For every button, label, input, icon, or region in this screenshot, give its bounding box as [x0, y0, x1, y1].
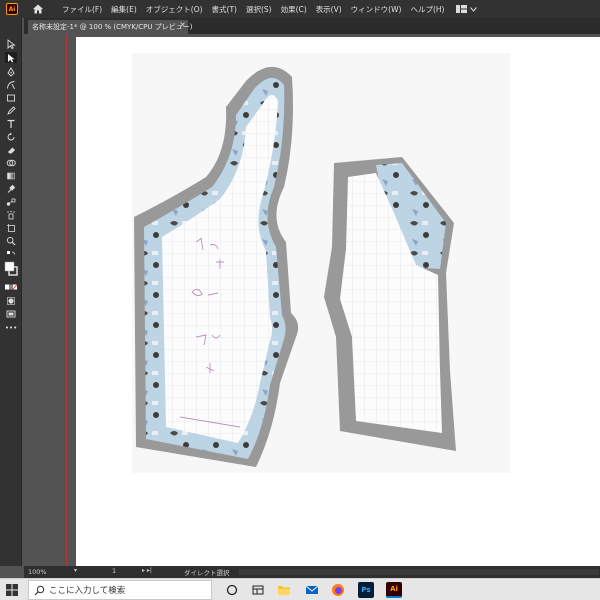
current-tool-status[interactable]: ダイレクト選択: [184, 567, 230, 577]
menu-object[interactable]: オブジェクト(O): [146, 4, 203, 15]
close-icon[interactable]: ×: [179, 20, 186, 29]
document-tab-bar: 名称未設定-1* @ 100 % (CMYK/CPU プレビュー) ×: [24, 18, 600, 34]
color-mode-icon[interactable]: [5, 281, 17, 292]
windows-start-icon[interactable]: [6, 584, 18, 596]
blend-tool-icon[interactable]: [5, 196, 17, 207]
selection-tool-icon[interactable]: [5, 38, 17, 49]
chevron-down-icon: [470, 6, 478, 12]
photoshop-icon[interactable]: Ps: [358, 582, 374, 598]
menu-select[interactable]: 選択(S): [246, 4, 272, 15]
canvas[interactable]: [24, 34, 600, 566]
horizontal-scrollbar[interactable]: [239, 569, 599, 575]
eraser-tool-icon[interactable]: [5, 144, 17, 155]
status-bar: 100% ▾ 1 ▸ ▸| ダイレクト選択: [24, 566, 600, 578]
taskbar-search-box[interactable]: ここに入力して検索: [28, 580, 212, 600]
gradient-tool-icon[interactable]: [5, 170, 17, 181]
artboard-number-field[interactable]: 1: [112, 567, 130, 575]
menu-bar: Ai ファイル(F) 編集(E) オブジェクト(O) 書式(T) 選択(S) 効…: [0, 0, 600, 18]
widgets-icon[interactable]: [250, 582, 266, 598]
menu-file[interactable]: ファイル(F): [62, 4, 102, 15]
workspace-switcher[interactable]: [456, 5, 478, 13]
eyedropper-tool-icon[interactable]: [5, 183, 17, 194]
mail-icon[interactable]: [304, 582, 320, 598]
menu-effect[interactable]: 効果(C): [281, 4, 307, 15]
illustrator-window: Ai ファイル(F) 編集(E) オブジェクト(O) 書式(T) 選択(S) 効…: [0, 0, 600, 600]
screen-mode-icon[interactable]: [5, 308, 17, 319]
app-logo: Ai: [6, 3, 18, 15]
menu-items: ファイル(F) 編集(E) オブジェクト(O) 書式(T) 選択(S) 効果(C…: [62, 4, 444, 15]
artboard[interactable]: [76, 37, 600, 566]
rectangle-tool-icon[interactable]: [5, 92, 17, 103]
fill-stroke-swatch[interactable]: [4, 261, 18, 277]
artboard-bleed-line: [66, 34, 67, 566]
menu-window[interactable]: ウィンドウ(W): [351, 4, 402, 15]
direct-selection-tool-icon[interactable]: [5, 52, 17, 63]
photoshop-label: Ps: [361, 586, 371, 594]
task-view-icon[interactable]: [224, 582, 240, 598]
illustrator-icon[interactable]: Ai: [386, 582, 402, 598]
tools-panel: •••: [0, 18, 22, 566]
illustrator-label: Ai: [390, 585, 398, 593]
zoom-field[interactable]: 100%: [28, 567, 58, 577]
pen-tool-icon[interactable]: [5, 66, 17, 77]
symbol-sprayer-tool-icon[interactable]: [5, 209, 17, 220]
draw-mode-icon[interactable]: [5, 295, 17, 306]
zoom-tool-icon[interactable]: [5, 235, 17, 246]
firefox-icon[interactable]: [330, 582, 346, 598]
workspace-icon: [456, 5, 468, 13]
rotate-tool-icon[interactable]: [5, 131, 17, 142]
curvature-tool-icon[interactable]: [5, 79, 17, 90]
placed-pattern-image: [132, 53, 510, 473]
artboard-tool-icon[interactable]: [5, 222, 17, 233]
file-explorer-icon[interactable]: [276, 582, 292, 598]
type-tool-icon[interactable]: [5, 118, 17, 129]
windows-taskbar: ここに入力して検索 Ps Ai: [0, 578, 600, 600]
document-tab[interactable]: 名称未設定-1* @ 100 % (CMYK/CPU プレビュー) ×: [28, 20, 192, 34]
home-icon[interactable]: [32, 3, 44, 15]
search-placeholder: ここに入力して検索: [49, 586, 126, 596]
chevron-down-icon[interactable]: ▾: [74, 567, 77, 574]
artboard-nav-icon[interactable]: ▸ ▸|: [142, 567, 152, 574]
edit-toolbar-button[interactable]: •••: [5, 322, 17, 333]
menu-edit[interactable]: 編集(E): [111, 4, 137, 15]
shape-builder-tool-icon[interactable]: [5, 157, 17, 168]
zoom-value: 100%: [28, 568, 47, 576]
menu-help[interactable]: ヘルプ(H): [410, 4, 444, 15]
menu-type[interactable]: 書式(T): [212, 4, 237, 15]
search-icon: [34, 585, 45, 596]
pencil-tool-icon[interactable]: [5, 105, 17, 116]
menu-view[interactable]: 表示(V): [316, 4, 342, 15]
swap-colors-icon[interactable]: [5, 249, 17, 260]
document-tab-title: 名称未設定-1* @ 100 % (CMYK/CPU プレビュー): [32, 23, 193, 31]
